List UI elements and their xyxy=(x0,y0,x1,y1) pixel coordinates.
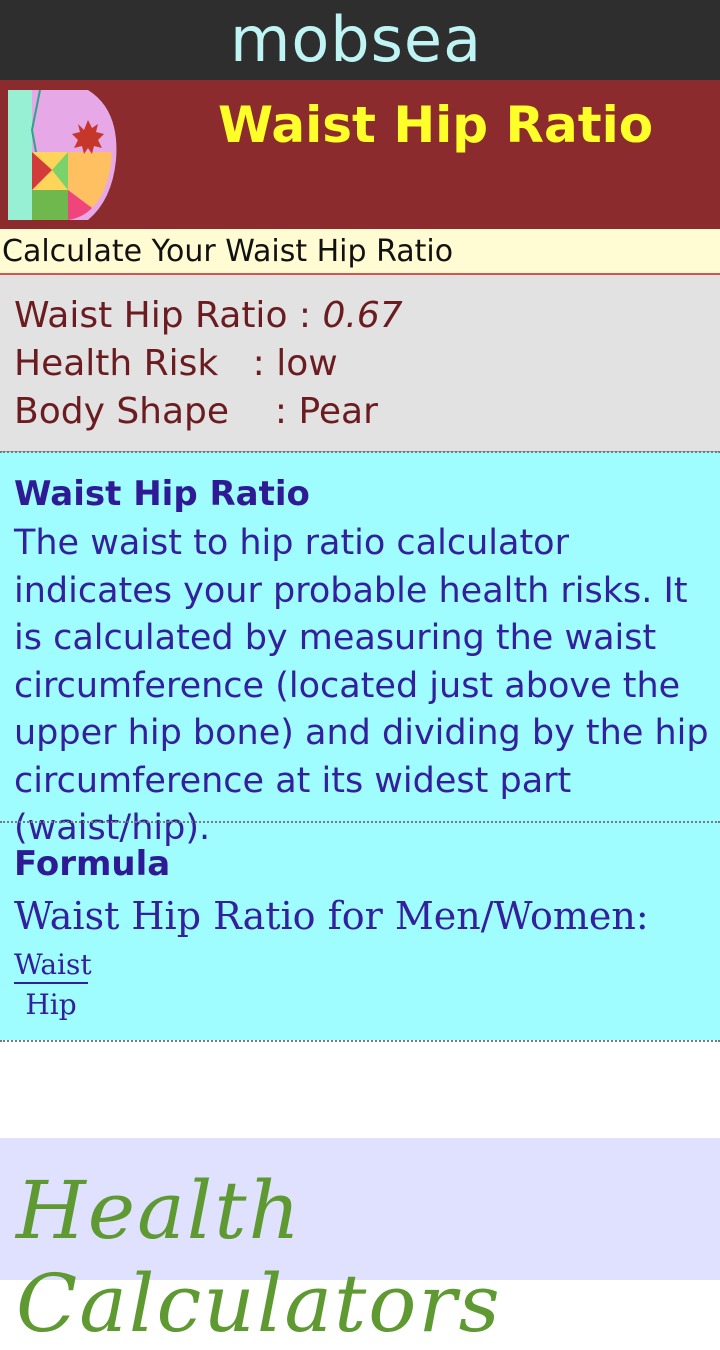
shape-value: Pear xyxy=(298,391,378,432)
formula-heading: Formula xyxy=(14,844,171,884)
subtitle-bar: Calculate Your Waist Hip Ratio xyxy=(0,229,720,275)
risk-separator: : xyxy=(252,343,265,384)
subtitle-text: Calculate Your Waist Hip Ratio xyxy=(2,234,454,269)
info-heading: Waist Hip Ratio xyxy=(14,474,310,514)
risk-value: low xyxy=(276,343,338,384)
ratio-label: Waist Hip Ratio : xyxy=(14,295,312,336)
brand-name: mobsea xyxy=(229,3,483,76)
results-panel: Waist Hip Ratio : 0.67 Health Risk : low… xyxy=(0,275,720,452)
ratio-value: 0.67 xyxy=(322,295,403,336)
top-bar: mobsea xyxy=(0,0,720,80)
info-text: The waist to hip ratio calculator indica… xyxy=(14,523,709,848)
shape-label: Body Shape xyxy=(14,391,230,432)
fraction-numerator: Waist xyxy=(14,948,92,984)
shape-result: Body Shape : Pear xyxy=(14,391,378,432)
formula-subtitle: Waist Hip Ratio for Men/Women: xyxy=(14,894,649,938)
ratio-result: Waist Hip Ratio : 0.67 xyxy=(14,295,403,336)
app-logo-icon xyxy=(8,90,117,220)
banner-text: Health Calculators xyxy=(16,1164,502,1350)
divider xyxy=(0,1040,720,1042)
app-header: Waist Hip Ratio xyxy=(0,80,720,229)
risk-label: Health Risk xyxy=(14,343,219,384)
fraction-denominator: Hip xyxy=(25,988,77,1021)
risk-result: Health Risk : low xyxy=(14,343,338,384)
formula-fraction: Waist Hip xyxy=(14,948,92,1021)
divider xyxy=(0,821,720,823)
page-title: Waist Hip Ratio xyxy=(218,96,654,154)
shape-separator: : xyxy=(274,391,287,432)
health-calculators-banner[interactable]: Health Calculators xyxy=(0,1138,720,1350)
divider xyxy=(0,451,720,453)
